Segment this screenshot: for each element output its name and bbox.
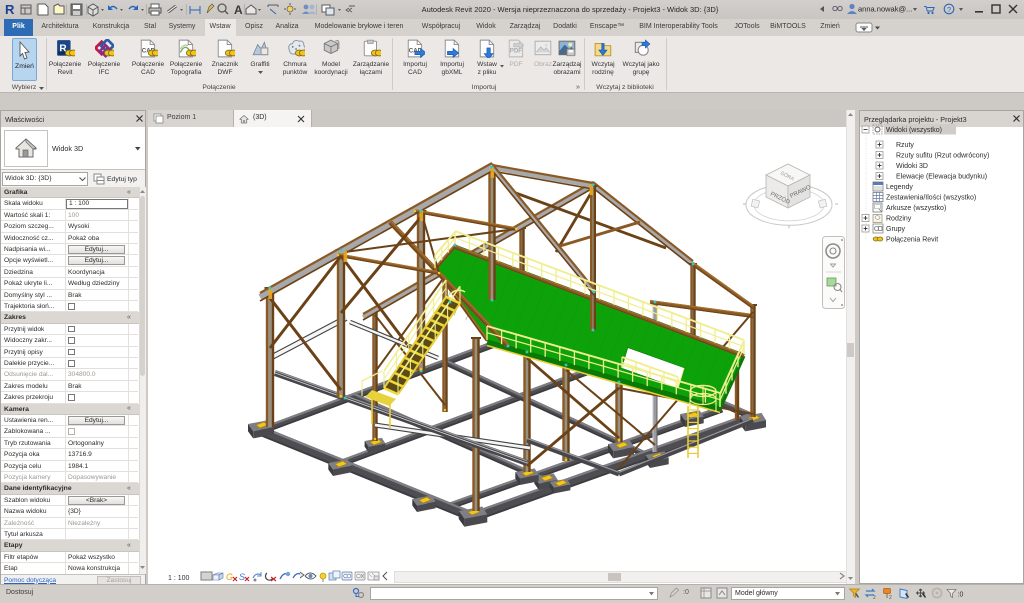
svg-text:Grupy: Grupy: [886, 226, 906, 233]
svg-text:Połączenia Revit: Połączenia Revit: [886, 237, 938, 244]
svg-text:Legendy: Legendy: [886, 184, 913, 191]
svg-text:G: G: [226, 572, 233, 582]
svg-text::0: :0: [958, 592, 964, 599]
svg-text:Elewacje (Elewacja budynku): Elewacje (Elewacja budynku): [896, 174, 987, 181]
svg-text:Widoki (wszystko): Widoki (wszystko): [886, 127, 942, 134]
svg-text:A: A: [234, 3, 243, 17]
svg-text:?: ?: [947, 5, 951, 14]
svg-text:1 : 100: 1 : 100: [168, 575, 190, 582]
svg-text:R: R: [5, 2, 15, 17]
svg-text:Rodziny: Rodziny: [886, 216, 912, 223]
svg-text:S: S: [239, 572, 245, 582]
svg-text:Zestawienia/Ilości (wszystko): Zestawienia/Ilości (wszystko): [886, 195, 976, 202]
svg-text:Rzuty: Rzuty: [896, 142, 914, 149]
svg-text:2: 2: [889, 595, 892, 601]
svg-text:2: 2: [873, 595, 876, 601]
svg-text:Widoki 3D: Widoki 3D: [896, 163, 928, 170]
svg-text:anna.nowak@...: anna.nowak@...: [858, 5, 912, 14]
svg-text:Rzuty sufitu (Rzut odwrócony): Rzuty sufitu (Rzut odwrócony): [896, 153, 989, 160]
svg-text:Arkusze (wszystko): Arkusze (wszystko): [886, 205, 946, 212]
